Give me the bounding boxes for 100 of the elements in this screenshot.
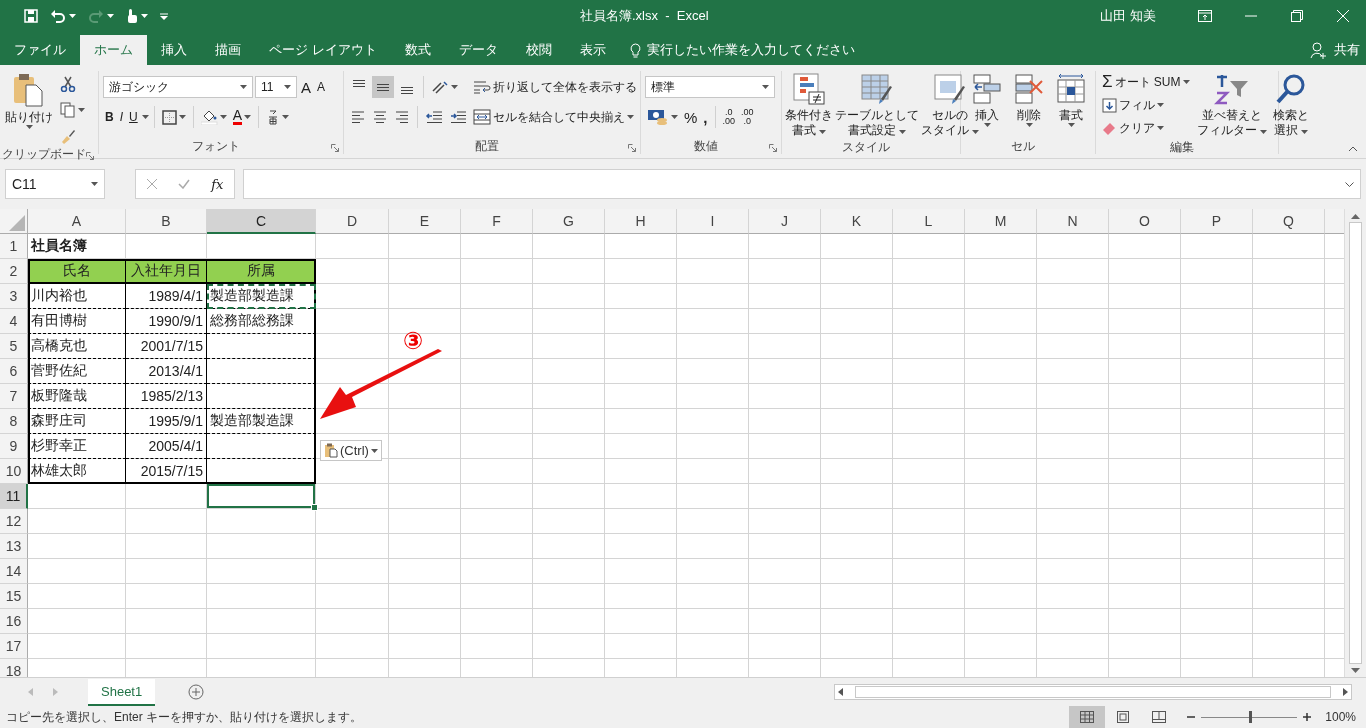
decimal-button[interactable]: .0 .00	[720, 108, 738, 126]
row-header[interactable]: 9	[0, 434, 28, 459]
table-cell[interactable]: 林雄太郎	[28, 459, 126, 484]
column-header[interactable]: E	[389, 209, 461, 234]
ribbon-tab[interactable]: 校閲	[511, 35, 566, 65]
dialog-launcher-icon[interactable]	[628, 144, 636, 152]
ribbon-button[interactable]: 書式	[1055, 71, 1087, 138]
scrollbar-thumb[interactable]	[855, 686, 1331, 698]
column-header[interactable]: K	[821, 209, 893, 234]
column-header[interactable]: F	[461, 209, 533, 234]
column-header[interactable]: Q	[1253, 209, 1325, 234]
column-header[interactable]: D	[316, 209, 389, 234]
ribbon-button[interactable]: 並べ替えと フィルター	[1195, 71, 1268, 140]
table-cell[interactable]: 2015/7/15	[126, 459, 207, 484]
scroll-left-icon[interactable]	[838, 688, 843, 696]
autosum-button[interactable]: Σ オート SUM	[1100, 71, 1192, 93]
sheet-tab[interactable]: Sheet1	[88, 678, 156, 706]
table-cell[interactable]: 氏名	[28, 259, 126, 284]
font-size-dropdown[interactable]: 11	[255, 76, 297, 98]
row-header[interactable]: 15	[0, 584, 28, 609]
paste-options-button[interactable]: (Ctrl)	[320, 440, 382, 461]
table-cell[interactable]: 川内裕也	[28, 284, 126, 309]
table-cell[interactable]: 製造部製造課	[207, 284, 316, 309]
ribbon-tab[interactable]: 描画	[201, 35, 255, 65]
table-cell[interactable]: 2005/4/1	[126, 434, 207, 459]
table-cell[interactable]: 1985/2/13	[126, 384, 207, 409]
ribbon-button[interactable]: テーブルとして 書式設定	[834, 71, 920, 140]
vertical-scrollbar[interactable]	[1344, 209, 1366, 677]
table-cell[interactable]: 社員名簿	[28, 234, 126, 259]
table-cell[interactable]: 総務部総務課	[207, 309, 316, 334]
scroll-up-icon[interactable]	[1351, 213, 1360, 219]
table-cell[interactable]: 所属	[207, 259, 316, 284]
table-cell[interactable]: 杉野幸正	[28, 434, 126, 459]
paste-button[interactable]: 貼り付け	[4, 71, 54, 147]
tell-me-field[interactable]: 実行したい作業を入力してください	[646, 41, 855, 59]
column-header[interactable]: P	[1181, 209, 1253, 234]
view-button[interactable]	[1069, 706, 1106, 728]
column-header[interactable]: O	[1109, 209, 1181, 234]
column-header[interactable]: M	[965, 209, 1037, 234]
row-header[interactable]: 6	[0, 359, 28, 384]
ribbon-tab[interactable]: ページ レイアウト	[255, 35, 391, 65]
column-header[interactable]: J	[749, 209, 821, 234]
ribbon-button[interactable]: 挿入	[971, 71, 1003, 138]
column-header[interactable]: G	[533, 209, 605, 234]
table-cell[interactable]: 1989/4/1	[126, 284, 207, 309]
table-cell[interactable]: 板野隆哉	[28, 384, 126, 409]
expand-icon[interactable]	[1345, 181, 1354, 187]
table-cell[interactable]: 高橋克也	[28, 334, 126, 359]
row-header[interactable]: 1	[0, 234, 28, 259]
ribbon-tab[interactable]: ファイル	[0, 35, 80, 65]
table-cell[interactable]: 2001/7/15	[126, 334, 207, 359]
font-style-button[interactable]: I	[117, 106, 125, 128]
collapse-ribbon-icon[interactable]	[1348, 146, 1358, 152]
table-cell[interactable]: 1995/9/1	[126, 409, 207, 434]
table-cell[interactable]: 1990/9/1	[126, 309, 207, 334]
dialog-launcher-icon[interactable]	[769, 144, 777, 152]
font-name-dropdown[interactable]: 游ゴシック	[103, 76, 253, 98]
ribbon-tab[interactable]: 数式	[390, 35, 445, 65]
row-header[interactable]: 18	[0, 659, 28, 677]
shrink-font-button[interactable]: A	[315, 76, 328, 98]
table-cell[interactable]	[207, 434, 316, 459]
row-header[interactable]: 8	[0, 409, 28, 434]
row-header[interactable]: 7	[0, 384, 28, 409]
row-header[interactable]: 5	[0, 334, 28, 359]
column-header[interactable]: I	[677, 209, 749, 234]
wrap-text-button[interactable]: 折り返して全体を表示する	[471, 76, 639, 98]
table-cell[interactable]	[207, 459, 316, 484]
zoom-slider[interactable]	[1249, 710, 1253, 723]
number-format-dropdown[interactable]: 標準	[645, 76, 775, 98]
row-header[interactable]: 17	[0, 634, 28, 659]
scrollbar-thumb[interactable]	[1349, 222, 1362, 664]
table-cell[interactable]: 有田博樹	[28, 309, 126, 334]
copy-button[interactable]	[58, 99, 87, 121]
add-sheet-icon[interactable]	[188, 684, 205, 700]
vertical-align-button[interactable]	[372, 76, 394, 98]
scroll-right-icon[interactable]	[1343, 688, 1348, 696]
table-cell[interactable]	[207, 359, 316, 384]
table-cell[interactable]	[207, 334, 316, 359]
zoom-level[interactable]: 100%	[1325, 710, 1356, 724]
row-header[interactable]: 2	[0, 259, 28, 284]
check-icon[interactable]	[177, 179, 190, 189]
column-header[interactable]: L	[893, 209, 965, 234]
column-header[interactable]: A	[28, 209, 126, 234]
column-header[interactable]: B	[126, 209, 207, 234]
horizontal-scrollbar[interactable]	[834, 684, 1352, 700]
row-header[interactable]: 12	[0, 509, 28, 534]
dialog-launcher-icon[interactable]	[331, 144, 339, 152]
row-header[interactable]: 13	[0, 534, 28, 559]
decimal-button[interactable]: .00 .0	[739, 108, 756, 126]
ribbon-button[interactable]: 条件付き 書式	[784, 71, 834, 140]
merge-center-button[interactable]: セルを結合して中央揃え	[471, 106, 639, 128]
font-color-button[interactable]: A	[230, 106, 254, 128]
table-cell[interactable]: 製造部製造課	[207, 409, 316, 434]
name-box[interactable]: C11	[5, 169, 105, 199]
ribbon-tab[interactable]: ホーム	[80, 35, 147, 65]
ribbon-tab[interactable]: 表示	[565, 35, 620, 65]
comma-button[interactable]: ,	[701, 106, 710, 128]
font-style-button[interactable]: U	[127, 106, 140, 128]
row-header[interactable]: 16	[0, 609, 28, 634]
table-cell[interactable]: 菅野佐紀	[28, 359, 126, 384]
